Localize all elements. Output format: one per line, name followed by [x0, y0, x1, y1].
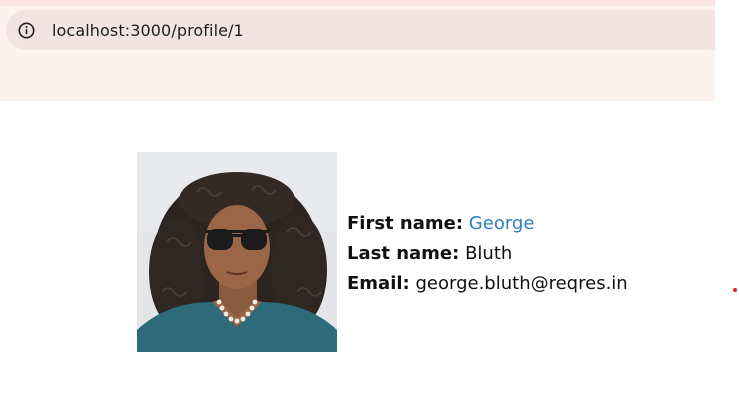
last-name-value: Bluth — [465, 243, 513, 264]
email-value: george.bluth@reqres.in — [415, 273, 628, 294]
profile-details: First name: George Last name: Bluth Emai… — [347, 209, 628, 299]
email-row: Email: george.bluth@reqres.in — [347, 269, 628, 299]
indicator-dot — [733, 288, 737, 292]
first-name-link[interactable]: George — [469, 213, 535, 234]
first-name-label: First name: — [347, 213, 464, 234]
browser-chrome: localhost:3000/profile/1 — [0, 0, 715, 101]
url-text[interactable]: localhost:3000/profile/1 — [52, 21, 244, 40]
tab-strip — [0, 0, 715, 6]
last-name-label: Last name: — [347, 243, 460, 264]
avatar — [137, 152, 337, 352]
info-circle-icon[interactable] — [18, 22, 35, 39]
last-name-row: Last name: Bluth — [347, 239, 628, 269]
first-name-row: First name: George — [347, 209, 628, 239]
address-bar[interactable]: localhost:3000/profile/1 — [6, 10, 715, 50]
email-label: Email: — [347, 273, 410, 294]
